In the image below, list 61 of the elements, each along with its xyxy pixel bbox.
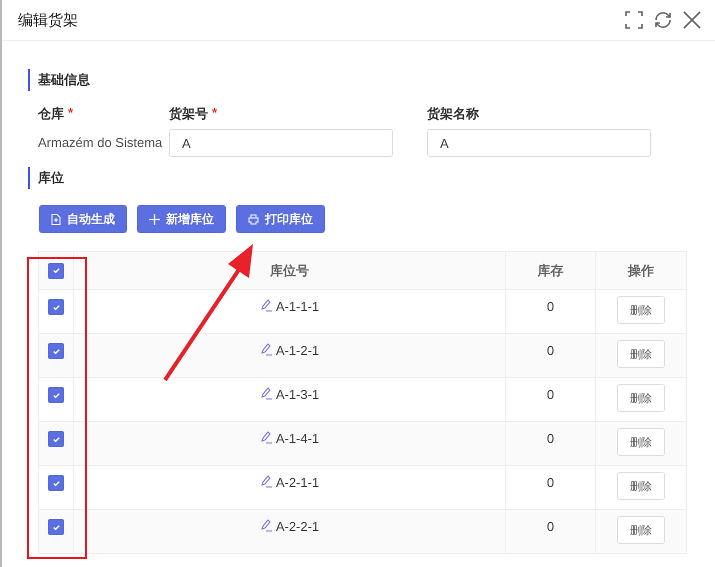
table-cell: 0 [546,431,554,446]
pencil-icon[interactable] [260,431,272,444]
input-field[interactable]: A [427,129,651,157]
table-cell: 0 [546,299,554,314]
printer-icon [248,214,259,224]
checkbox[interactable] [48,519,64,535]
column-header: 库存 [538,262,564,280]
checkmark-icon [52,266,60,275]
field-value: Armazém do Sistema [38,134,164,152]
pencil-icon[interactable] [260,343,272,356]
delete-button[interactable]: 删除 [617,296,665,324]
section-title: 基础信息 [28,69,687,91]
table-cell: A-2-1-1 [276,475,320,490]
checkbox[interactable] [48,431,64,447]
field-label: 仓库 [38,105,64,121]
pencil-icon[interactable] [260,299,272,312]
checkmark-icon [52,390,60,400]
toolbar-button[interactable]: 新增库位 [137,205,226,233]
pencil-icon[interactable] [260,475,272,488]
refresh-icon[interactable] [653,10,673,30]
field-label: 货架号 [169,105,208,121]
toolbar-button[interactable]: 打印库位 [236,205,325,233]
table-cell: 0 [546,475,554,490]
checkmark-icon [52,522,60,532]
checkmark-icon [52,434,60,444]
checkbox[interactable] [48,262,64,278]
delete-button[interactable]: 删除 [617,428,665,456]
checkbox[interactable] [48,299,64,315]
checkmark-icon [52,346,60,356]
checkbox[interactable] [48,343,64,359]
checkbox[interactable] [48,387,64,403]
column-header: 库位号 [270,262,309,280]
table-cell: A-2-2-1 [276,519,320,534]
fullscreen-icon[interactable] [625,11,643,29]
section-title: 库位 [28,167,687,189]
close-icon[interactable] [683,11,701,29]
delete-button[interactable]: 删除 [617,384,665,412]
plus-icon [149,214,160,224]
pencil-icon[interactable] [260,387,272,400]
delete-button[interactable]: 删除 [617,516,665,544]
checkmark-icon [52,302,60,312]
pencil-icon[interactable] [260,519,272,532]
delete-button[interactable]: 删除 [617,340,665,368]
table-cell: A-1-1-1 [276,299,320,314]
input-field[interactable]: A [169,129,393,157]
table-cell: 0 [546,519,554,534]
table-cell: 0 [546,387,554,402]
required-mark: * [212,105,218,121]
table-cell: 0 [546,343,554,358]
field-label: 货架名称 [427,105,479,121]
file-icon [51,214,61,224]
column-header: 操作 [628,262,654,280]
toolbar-button[interactable]: 自动生成 [39,205,127,233]
delete-button[interactable]: 删除 [617,472,665,500]
checkmark-icon [52,478,60,488]
checkbox[interactable] [48,475,64,491]
table-cell: A-1-4-1 [276,431,320,446]
table-cell: A-1-3-1 [276,387,320,402]
table-cell: A-1-2-1 [276,343,320,358]
dialog-title: 编辑货架 [18,10,78,30]
required-mark: * [68,105,74,121]
